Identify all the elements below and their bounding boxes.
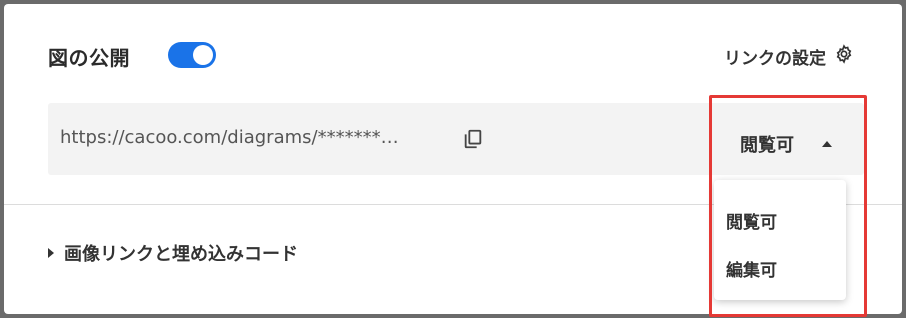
caret-right-icon — [48, 248, 54, 258]
permission-option-edit[interactable]: 編集可 — [726, 256, 777, 281]
permission-selected-value: 閲覧可 — [740, 135, 794, 156]
embed-code-expander[interactable]: 画像リンクと埋め込みコード — [48, 240, 298, 266]
toggle-knob — [193, 45, 213, 65]
embed-code-label: 画像リンクと埋め込みコード — [64, 244, 298, 265]
dialog-title: 図の公開 — [48, 46, 130, 70]
publish-dialog: 図の公開 リンクの設定 https://cacoo.com/diagrams/*… — [4, 4, 902, 317]
gear-icon — [834, 44, 854, 69]
link-settings-button[interactable]: リンクの設定 — [724, 44, 854, 69]
public-toggle[interactable] — [168, 42, 216, 68]
copy-icon[interactable] — [462, 128, 484, 150]
permission-dropdown-menu: 閲覧可 編集可 — [714, 180, 846, 300]
permission-option-view[interactable]: 閲覧可 — [726, 208, 777, 233]
permission-select[interactable]: 閲覧可 — [740, 131, 832, 157]
share-link-field: https://cacoo.com/diagrams/*******… 閲覧可 — [48, 103, 864, 175]
link-settings-label: リンクの設定 — [724, 49, 826, 69]
share-link-url[interactable]: https://cacoo.com/diagrams/*******… — [60, 127, 438, 148]
caret-up-icon — [822, 141, 832, 147]
